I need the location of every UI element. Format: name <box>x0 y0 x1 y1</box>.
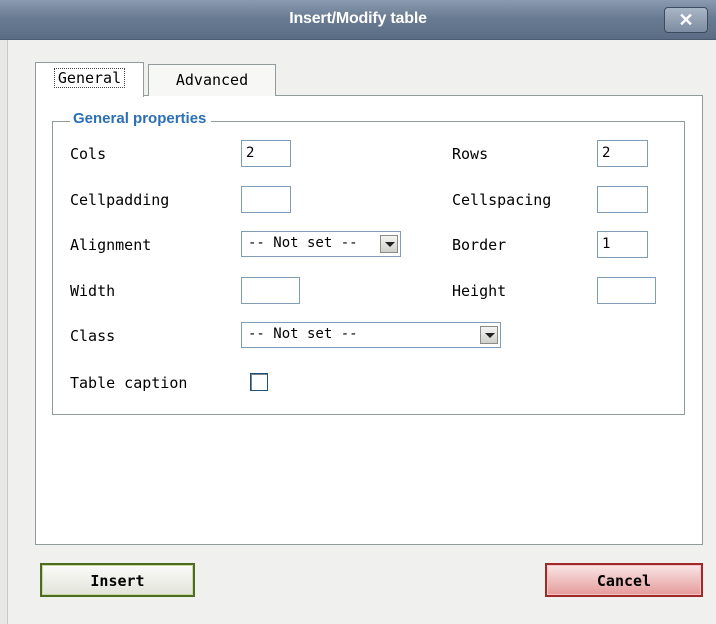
general-properties-legend: General properties <box>70 110 212 127</box>
alignment-select[interactable]: -- Not set -- <box>241 231 401 257</box>
tab-general[interactable]: General <box>35 62 144 97</box>
dialog-title: Insert/Modify table <box>289 10 427 27</box>
cellpadding-input[interactable] <box>241 186 291 213</box>
cellspacing-label: Cellspacing <box>452 191 552 209</box>
window-frame <box>0 40 8 624</box>
close-icon: ✕ <box>678 10 694 30</box>
cellspacing-input[interactable] <box>597 186 648 213</box>
rows-label: Rows <box>452 145 489 163</box>
tab-advanced-label: Advanced <box>175 71 249 89</box>
title-bar: Insert/Modify table ✕ <box>0 0 716 40</box>
close-button[interactable]: ✕ <box>664 7 708 33</box>
chevron-down-icon[interactable] <box>480 326 498 344</box>
border-input[interactable]: 1 <box>597 231 648 258</box>
cellpadding-label: Cellpadding <box>70 191 170 209</box>
height-label: Height <box>452 282 507 300</box>
cols-label: Cols <box>70 145 107 163</box>
tab-general-label: General <box>53 68 126 88</box>
width-label: Width <box>70 282 116 300</box>
class-label: Class <box>70 327 116 345</box>
rows-input[interactable]: 2 <box>597 140 648 167</box>
border-label: Border <box>452 236 507 254</box>
alignment-select-value: -- Not set -- <box>248 235 358 251</box>
class-select-value: -- Not set -- <box>248 326 358 342</box>
chevron-down-icon[interactable] <box>380 235 398 253</box>
table-caption-checkbox[interactable] <box>250 373 268 391</box>
height-input[interactable] <box>597 277 656 304</box>
class-select[interactable]: -- Not set -- <box>241 322 501 348</box>
cols-input[interactable]: 2 <box>241 140 291 167</box>
width-input[interactable] <box>241 277 300 304</box>
general-properties-group <box>52 121 685 415</box>
alignment-label: Alignment <box>70 236 152 254</box>
insert-button[interactable]: Insert <box>40 563 195 597</box>
tab-advanced[interactable]: Advanced <box>148 64 276 96</box>
table-caption-label: Table caption <box>70 374 188 392</box>
cancel-button[interactable]: Cancel <box>545 563 703 597</box>
